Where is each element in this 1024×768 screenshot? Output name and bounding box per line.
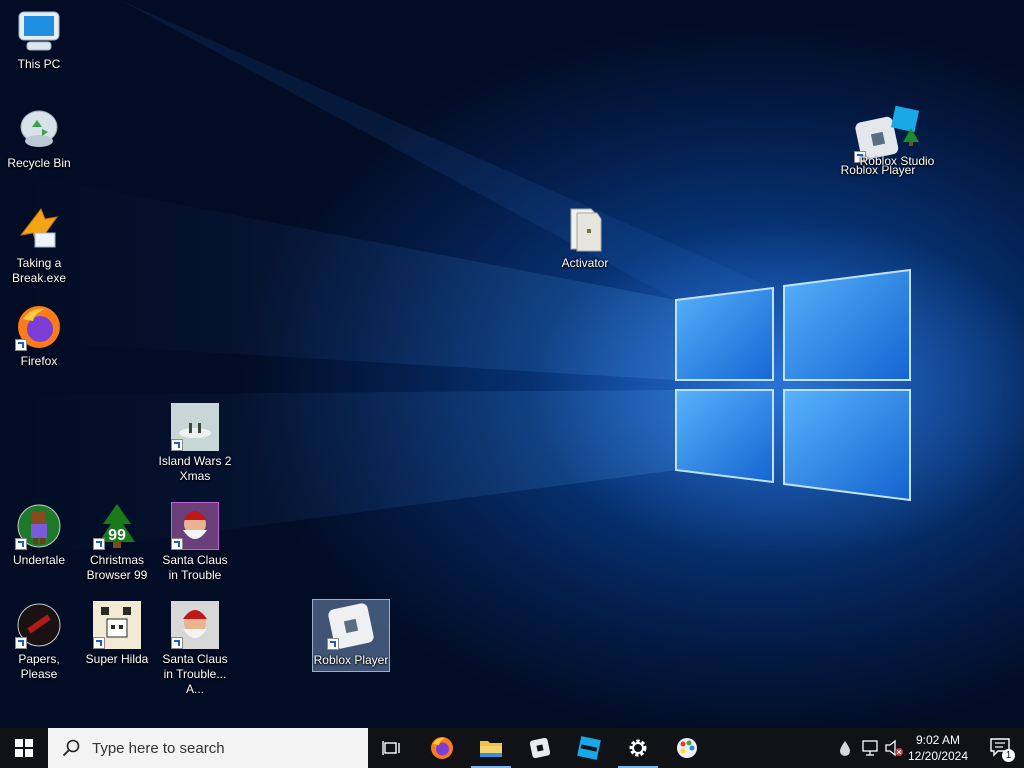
roblox-icon [327, 602, 375, 650]
paint-palette-icon [677, 738, 697, 758]
desktop-icon-recycle-bin[interactable]: Recycle Bin [0, 105, 78, 171]
taskbar: Type here to search 9:02 AM 12/20/2024 1 [0, 728, 1024, 768]
firefox-icon [431, 737, 453, 759]
search-placeholder: Type here to search [92, 739, 225, 757]
notification-count-badge: 1 [1002, 749, 1015, 762]
taskbar-settings[interactable] [614, 728, 662, 768]
task-view-button[interactable] [368, 728, 416, 768]
santa-claus-icon [170, 501, 220, 551]
desktop-icon-roblox-studio[interactable]: Roblox Studio [856, 105, 938, 169]
gear-icon [629, 739, 647, 757]
taking-a-break-icon [19, 207, 59, 248]
shortcut-arrow-icon [171, 637, 183, 649]
desktop-icon-label: This PC [17, 57, 61, 71]
desktop-icon-taking-a-break[interactable]: Taking a Break.exe [0, 205, 78, 286]
papers-please-icon [15, 601, 63, 649]
shortcut-arrow-icon [15, 538, 27, 550]
shortcut-arrow-icon [93, 538, 105, 550]
taskbar-clock[interactable]: 9:02 AM 12/20/2024 [898, 728, 978, 768]
shortcut-arrow-icon [171, 538, 183, 550]
shortcut-arrow-icon [15, 637, 27, 649]
desktop-icon-super-hilda[interactable]: Super Hilda [78, 601, 156, 667]
start-button[interactable] [0, 728, 48, 768]
taskbar-firefox[interactable] [418, 728, 466, 768]
desktop-icon-label: Undertale [12, 553, 66, 567]
firefox-icon [15, 303, 63, 351]
action-center-button[interactable]: 1 [980, 728, 1024, 768]
desktop-icon-label: Recycle Bin [7, 156, 71, 170]
desktop-icon-this-pc[interactable]: This PC [0, 6, 78, 72]
desktop-icon-label: Santa Claus in Trouble... A... [162, 652, 228, 696]
this-pc-icon [18, 11, 60, 51]
desktop-icon-santa-claus-in-trouble-again[interactable]: Santa Claus in Trouble... A... [156, 601, 234, 697]
clock-date: 12/20/2024 [907, 749, 969, 763]
desktop-icon-papers-please[interactable]: Papers, Please [0, 601, 78, 682]
shortcut-arrow-icon [327, 638, 339, 650]
task-view-icon [382, 741, 400, 755]
taskbar-search-box[interactable]: Type here to search [48, 728, 368, 768]
desktop-icon-label: Activator [561, 256, 609, 270]
taskbar-roblox-studio[interactable] [565, 728, 613, 768]
desktop-icon-label: Roblox Player [313, 653, 389, 667]
undertale-icon [15, 502, 63, 550]
desktop[interactable]: This PC Recycle Bin Taking a Break.exe F… [0, 0, 1024, 728]
search-icon [62, 739, 80, 757]
desktop-icon-label: Christmas Browser 99 [86, 553, 148, 582]
roblox-studio-icon [577, 736, 601, 760]
desktop-icon-undertale[interactable]: Undertale [0, 502, 78, 568]
desktop-icon-christmas-browser-99[interactable]: 99 Christmas Browser 99 [78, 502, 156, 583]
desktop-icon-activator[interactable]: Activator [546, 205, 624, 271]
desktop-icon-label: Roblox Studio [859, 154, 935, 168]
desktop-icon-label: Papers, Please [18, 652, 60, 681]
santa-claus-icon [171, 601, 219, 649]
network-icon[interactable] [860, 739, 880, 757]
desktop-icon-roblox-player-selected[interactable]: Roblox Player [312, 599, 390, 672]
christmas-tree-icon: 99 [93, 502, 141, 550]
roblox-studio-icon [873, 105, 921, 154]
shortcut-arrow-icon [15, 339, 27, 351]
tray-overflow-icon[interactable] [838, 739, 852, 757]
desktop-icon-santa-claus-in-trouble[interactable]: Santa Claus in Trouble [156, 501, 234, 583]
folder-icon [480, 741, 502, 757]
desktop-icon-label: Firefox [20, 354, 58, 368]
desktop-icon-label: Taking a Break.exe [11, 256, 67, 285]
christmas-browser-badge: 99 [108, 527, 126, 544]
windows-logo-icon [15, 739, 33, 757]
shortcut-arrow-icon [93, 637, 105, 649]
desktop-icon-label: Santa Claus in Trouble [162, 553, 228, 582]
taskbar-file-explorer[interactable] [467, 728, 515, 768]
desktop-icon-firefox[interactable]: Firefox [0, 303, 78, 369]
taskbar-paint[interactable] [663, 728, 711, 768]
desktop-icon-label: Island Wars 2 Xmas [158, 454, 232, 483]
super-hilda-icon [93, 601, 141, 649]
desktop-icon-label: Super Hilda [85, 652, 149, 666]
shortcut-arrow-icon [171, 439, 183, 451]
taskbar-roblox-player[interactable] [516, 728, 564, 768]
desktop-icon-island-wars-2-xmas[interactable]: Island Wars 2 Xmas [156, 403, 234, 484]
recycle-bin-icon [20, 110, 58, 147]
clock-time: 9:02 AM [915, 733, 961, 747]
activator-icon [570, 208, 602, 252]
island-wars-icon [171, 403, 219, 451]
roblox-icon [529, 737, 551, 759]
